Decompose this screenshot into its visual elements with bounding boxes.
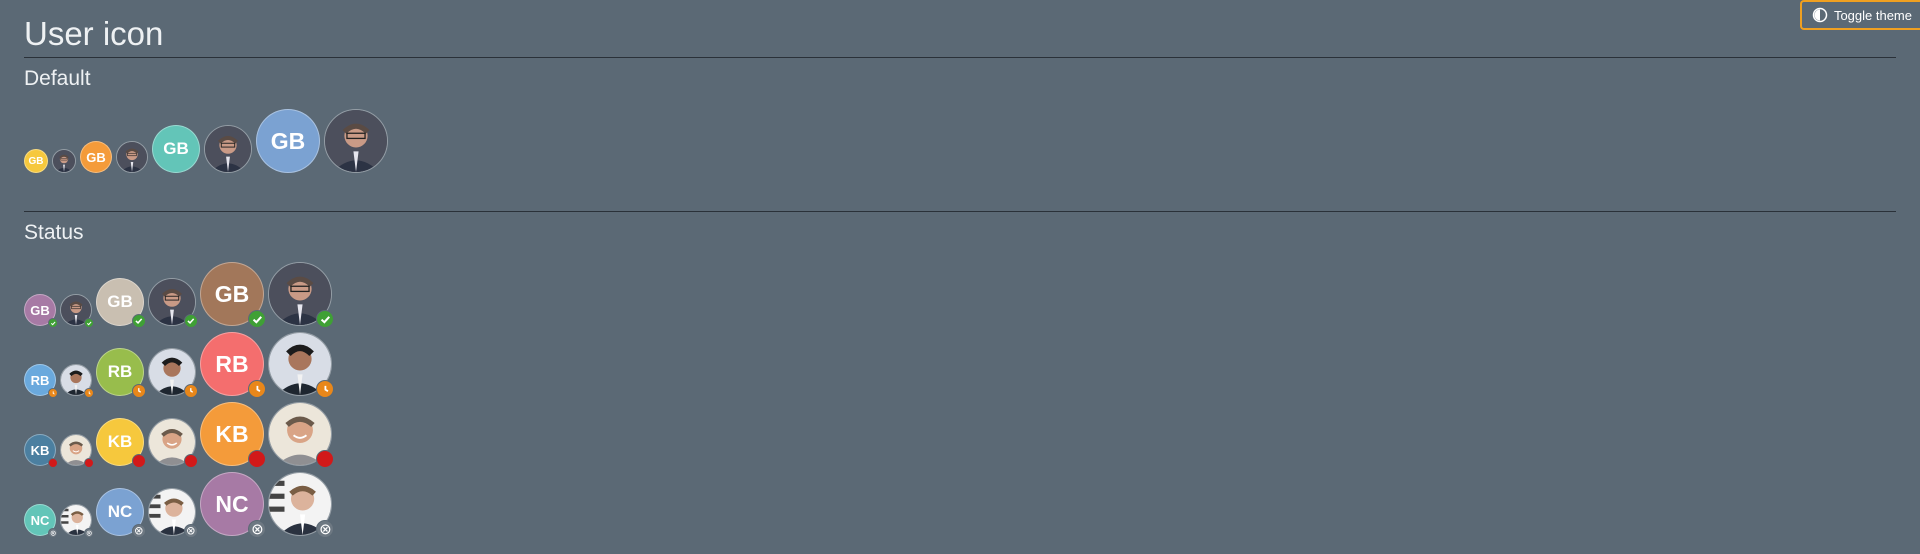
section-default: Default GB GB GB GB bbox=[24, 66, 1896, 212]
available-status-icon bbox=[316, 310, 334, 328]
avatar-initials-text: GB bbox=[152, 125, 200, 173]
away-status-icon bbox=[184, 384, 198, 398]
section-title-status: Status bbox=[24, 221, 84, 244]
avatar-initials: GB bbox=[256, 109, 320, 173]
avatar-initials: RB bbox=[24, 364, 58, 398]
avatar-initials: GB bbox=[24, 149, 48, 173]
person-photo-icon bbox=[116, 141, 148, 173]
avatar-initials: KB bbox=[96, 418, 146, 468]
busy-status-icon bbox=[316, 450, 334, 468]
away-status-icon bbox=[84, 388, 94, 398]
offline-status-icon bbox=[48, 528, 58, 538]
avatar-photo bbox=[148, 488, 198, 538]
avatar-initials: NC bbox=[200, 472, 266, 538]
available-status-icon bbox=[248, 310, 266, 328]
offline-status-icon bbox=[184, 524, 198, 538]
avatar-initials: GB bbox=[96, 278, 146, 328]
available-status-icon bbox=[84, 318, 94, 328]
avatar-initials: GB bbox=[24, 294, 58, 328]
avatar-photo bbox=[148, 418, 198, 468]
avatar-photo bbox=[60, 364, 94, 398]
avatar-initials-text: GB bbox=[256, 109, 320, 173]
available-status-icon bbox=[184, 314, 198, 328]
avatar-photo bbox=[52, 149, 76, 173]
avatar-initials: RB bbox=[200, 332, 266, 398]
away-status-icon bbox=[132, 384, 146, 398]
page-title: User icon bbox=[24, 15, 164, 52]
avatar-photo bbox=[60, 504, 94, 538]
avatar-row-available: GB GB GB bbox=[24, 256, 1896, 328]
avatar-initials: NC bbox=[24, 504, 58, 538]
avatar-initials-text: GB bbox=[24, 149, 48, 173]
avatar-row-busy: KB KB KB bbox=[24, 396, 1896, 468]
divider bbox=[24, 57, 1896, 58]
avatar-initials: KB bbox=[200, 402, 266, 468]
avatar-row-default: GB GB GB GB bbox=[24, 107, 1896, 173]
section-title-default: Default bbox=[24, 67, 91, 90]
avatar-photo bbox=[268, 332, 334, 398]
avatar-photo bbox=[204, 125, 252, 173]
avatar-initials-text: GB bbox=[80, 141, 112, 173]
avatar-photo bbox=[268, 262, 334, 328]
avatar-initials: GB bbox=[200, 262, 266, 328]
avatar-photo bbox=[60, 434, 94, 468]
busy-status-icon bbox=[184, 454, 198, 468]
offline-status-icon bbox=[132, 524, 146, 538]
person-photo-icon bbox=[204, 125, 252, 173]
avatar-initials: NC bbox=[96, 488, 146, 538]
offline-status-icon bbox=[84, 528, 94, 538]
away-status-icon bbox=[48, 388, 58, 398]
avatar-photo bbox=[148, 278, 198, 328]
section-status: Status GB GB GB RB RB RB KB KB KB NC NC … bbox=[24, 220, 1896, 538]
busy-status-icon bbox=[248, 450, 266, 468]
available-status-icon bbox=[48, 318, 58, 328]
avatar-photo bbox=[116, 141, 148, 173]
busy-status-icon bbox=[84, 458, 94, 468]
avatar-photo bbox=[60, 294, 94, 328]
away-status-icon bbox=[248, 380, 266, 398]
offline-status-icon bbox=[248, 520, 266, 538]
avatar-photo bbox=[268, 472, 334, 538]
divider bbox=[24, 211, 1896, 212]
avatar-row-away: RB RB RB bbox=[24, 326, 1896, 398]
avatar-photo bbox=[268, 402, 334, 468]
away-status-icon bbox=[316, 380, 334, 398]
avatar-row-offline: NC NC NC bbox=[24, 466, 1896, 538]
avatar-photo bbox=[148, 348, 198, 398]
avatar-initials: GB bbox=[80, 141, 112, 173]
person-photo-icon bbox=[52, 149, 76, 173]
avatar-initials: KB bbox=[24, 434, 58, 468]
busy-status-icon bbox=[48, 458, 58, 468]
avatar-initials: RB bbox=[96, 348, 146, 398]
avatar-photo bbox=[324, 109, 388, 173]
person-photo-icon bbox=[324, 109, 388, 173]
offline-status-icon bbox=[316, 520, 334, 538]
available-status-icon bbox=[132, 314, 146, 328]
avatar-initials: GB bbox=[152, 125, 200, 173]
busy-status-icon bbox=[132, 454, 146, 468]
